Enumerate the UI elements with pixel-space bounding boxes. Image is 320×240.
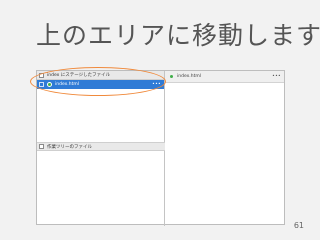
working-tree-label: 作業ツリーのファイル xyxy=(47,144,92,150)
diff-file-name: index.html xyxy=(177,74,201,79)
working-select-all-checkbox[interactable] xyxy=(39,144,44,149)
diff-pane: index.html ••• xyxy=(165,71,284,226)
highlight-ellipse xyxy=(30,67,166,96)
page-number: 61 xyxy=(293,221,304,230)
working-tree-header[interactable]: 作業ツリーのファイル xyxy=(37,142,165,151)
diff-file-header: index.html ••• xyxy=(165,71,284,83)
added-status-icon xyxy=(169,74,174,79)
slide-title: 上のエリアに移動します xyxy=(36,21,320,50)
diff-more-options-icon[interactable]: ••• xyxy=(272,74,281,79)
